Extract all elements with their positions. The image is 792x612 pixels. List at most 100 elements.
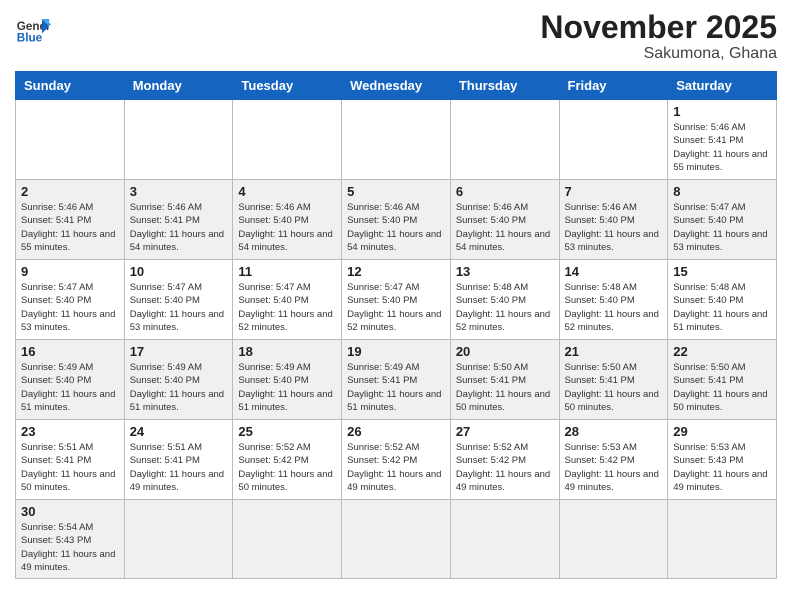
table-row: 25 Sunrise: 5:52 AMSunset: 5:42 PMDayligh… [233,420,342,500]
table-row: 3 Sunrise: 5:46 AMSunset: 5:41 PMDaylight… [124,180,233,260]
day-info: Sunrise: 5:50 AMSunset: 5:41 PMDaylight:… [565,361,663,414]
day-info: Sunrise: 5:53 AMSunset: 5:43 PMDaylight:… [673,441,771,494]
day-info: Sunrise: 5:52 AMSunset: 5:42 PMDaylight:… [238,441,336,494]
month-title: November 2025 [540,10,777,45]
day-number: 20 [456,344,554,359]
day-number: 25 [238,424,336,439]
table-row [342,500,451,579]
day-info: Sunrise: 5:50 AMSunset: 5:41 PMDaylight:… [456,361,554,414]
day-number: 28 [565,424,663,439]
header-wednesday: Wednesday [342,72,451,100]
day-number: 17 [130,344,228,359]
day-info: Sunrise: 5:47 AMSunset: 5:40 PMDaylight:… [21,281,119,334]
day-number: 9 [21,264,119,279]
calendar-row-3: 9 Sunrise: 5:47 AMSunset: 5:40 PMDaylight… [16,260,777,340]
table-row [16,100,125,180]
day-info: Sunrise: 5:46 AMSunset: 5:40 PMDaylight:… [238,201,336,254]
logo-icon: General Blue [15,10,51,46]
table-row [233,500,342,579]
day-info: Sunrise: 5:46 AMSunset: 5:41 PMDaylight:… [673,121,771,174]
day-info: Sunrise: 5:49 AMSunset: 5:40 PMDaylight:… [130,361,228,414]
page-header: General Blue November 2025 Sakumona, Gha… [15,10,777,63]
table-row: 20 Sunrise: 5:50 AMSunset: 5:41 PMDayligh… [450,340,559,420]
day-number: 3 [130,184,228,199]
day-info: Sunrise: 5:46 AMSunset: 5:40 PMDaylight:… [456,201,554,254]
day-number: 1 [673,104,771,119]
table-row: 10Sunrise: 5:47 AMSunset: 5:40 PMDayligh… [124,260,233,340]
table-row: 18 Sunrise: 5:49 AMSunset: 5:40 PMDayligh… [233,340,342,420]
table-row [233,100,342,180]
day-number: 26 [347,424,445,439]
table-row: 11 Sunrise: 5:47 AMSunset: 5:40 PMDayligh… [233,260,342,340]
day-number: 19 [347,344,445,359]
table-row [559,500,668,579]
day-number: 27 [456,424,554,439]
title-area: November 2025 Sakumona, Ghana [540,10,777,63]
day-number: 12 [347,264,445,279]
day-number: 11 [238,264,336,279]
table-row: 7Sunrise: 5:46 AMSunset: 5:40 PMDaylight… [559,180,668,260]
day-info: Sunrise: 5:49 AMSunset: 5:40 PMDaylight:… [238,361,336,414]
svg-text:Blue: Blue [17,32,43,45]
table-row [559,100,668,180]
day-number: 24 [130,424,228,439]
day-info: Sunrise: 5:46 AMSunset: 5:40 PMDaylight:… [565,201,663,254]
table-row: 28Sunrise: 5:53 AMSunset: 5:42 PMDayligh… [559,420,668,500]
calendar-row-2: 2 Sunrise: 5:46 AMSunset: 5:41 PMDaylight… [16,180,777,260]
day-info: Sunrise: 5:46 AMSunset: 5:41 PMDaylight:… [21,201,119,254]
table-row: 29 Sunrise: 5:53 AMSunset: 5:43 PMDayligh… [668,420,777,500]
day-info: Sunrise: 5:48 AMSunset: 5:40 PMDaylight:… [456,281,554,334]
day-number: 29 [673,424,771,439]
day-info: Sunrise: 5:47 AMSunset: 5:40 PMDaylight:… [238,281,336,334]
header-thursday: Thursday [450,72,559,100]
day-info: Sunrise: 5:46 AMSunset: 5:41 PMDaylight:… [130,201,228,254]
calendar-table: Sunday Monday Tuesday Wednesday Thursday… [15,71,777,579]
table-row: 30Sunrise: 5:54 AMSunset: 5:43 PMDayligh… [16,500,125,579]
header-sunday: Sunday [16,72,125,100]
table-row: 4 Sunrise: 5:46 AMSunset: 5:40 PMDaylight… [233,180,342,260]
day-number: 21 [565,344,663,359]
day-number: 23 [21,424,119,439]
day-number: 14 [565,264,663,279]
calendar-row-5: 23 Sunrise: 5:51 AMSunset: 5:41 PMDayligh… [16,420,777,500]
table-row: 13Sunrise: 5:48 AMSunset: 5:40 PMDayligh… [450,260,559,340]
table-row: 2 Sunrise: 5:46 AMSunset: 5:41 PMDaylight… [16,180,125,260]
table-row: 21 Sunrise: 5:50 AMSunset: 5:41 PMDayligh… [559,340,668,420]
day-info: Sunrise: 5:47 AMSunset: 5:40 PMDaylight:… [130,281,228,334]
table-row [124,100,233,180]
table-row: 24 Sunrise: 5:51 AMSunset: 5:41 PMDayligh… [124,420,233,500]
day-number: 16 [21,344,119,359]
table-row: 14 Sunrise: 5:48 AMSunset: 5:40 PMDayligh… [559,260,668,340]
table-row [450,500,559,579]
day-info: Sunrise: 5:49 AMSunset: 5:40 PMDaylight:… [21,361,119,414]
calendar-row-4: 16 Sunrise: 5:49 AMSunset: 5:40 PMDayligh… [16,340,777,420]
day-number: 4 [238,184,336,199]
day-number: 22 [673,344,771,359]
table-row: 9 Sunrise: 5:47 AMSunset: 5:40 PMDaylight… [16,260,125,340]
table-row [450,100,559,180]
location: Sakumona, Ghana [540,45,777,63]
table-row [668,500,777,579]
day-info: Sunrise: 5:50 AMSunset: 5:41 PMDaylight:… [673,361,771,414]
day-info: Sunrise: 5:52 AMSunset: 5:42 PMDaylight:… [456,441,554,494]
day-number: 2 [21,184,119,199]
calendar-row-1: 1 Sunrise: 5:46 AMSunset: 5:41 PMDaylight… [16,100,777,180]
header-friday: Friday [559,72,668,100]
table-row [124,500,233,579]
day-number: 6 [456,184,554,199]
day-info: Sunrise: 5:51 AMSunset: 5:41 PMDaylight:… [21,441,119,494]
day-info: Sunrise: 5:47 AMSunset: 5:40 PMDaylight:… [673,201,771,254]
day-number: 8 [673,184,771,199]
table-row: 12Sunrise: 5:47 AMSunset: 5:40 PMDayligh… [342,260,451,340]
header-monday: Monday [124,72,233,100]
day-number: 18 [238,344,336,359]
day-info: Sunrise: 5:52 AMSunset: 5:42 PMDaylight:… [347,441,445,494]
header-saturday: Saturday [668,72,777,100]
day-info: Sunrise: 5:51 AMSunset: 5:41 PMDaylight:… [130,441,228,494]
table-row: 19Sunrise: 5:49 AMSunset: 5:41 PMDayligh… [342,340,451,420]
day-info: Sunrise: 5:46 AMSunset: 5:40 PMDaylight:… [347,201,445,254]
day-number: 15 [673,264,771,279]
table-row: 8 Sunrise: 5:47 AMSunset: 5:40 PMDaylight… [668,180,777,260]
table-row: 1 Sunrise: 5:46 AMSunset: 5:41 PMDaylight… [668,100,777,180]
day-info: Sunrise: 5:48 AMSunset: 5:40 PMDaylight:… [565,281,663,334]
